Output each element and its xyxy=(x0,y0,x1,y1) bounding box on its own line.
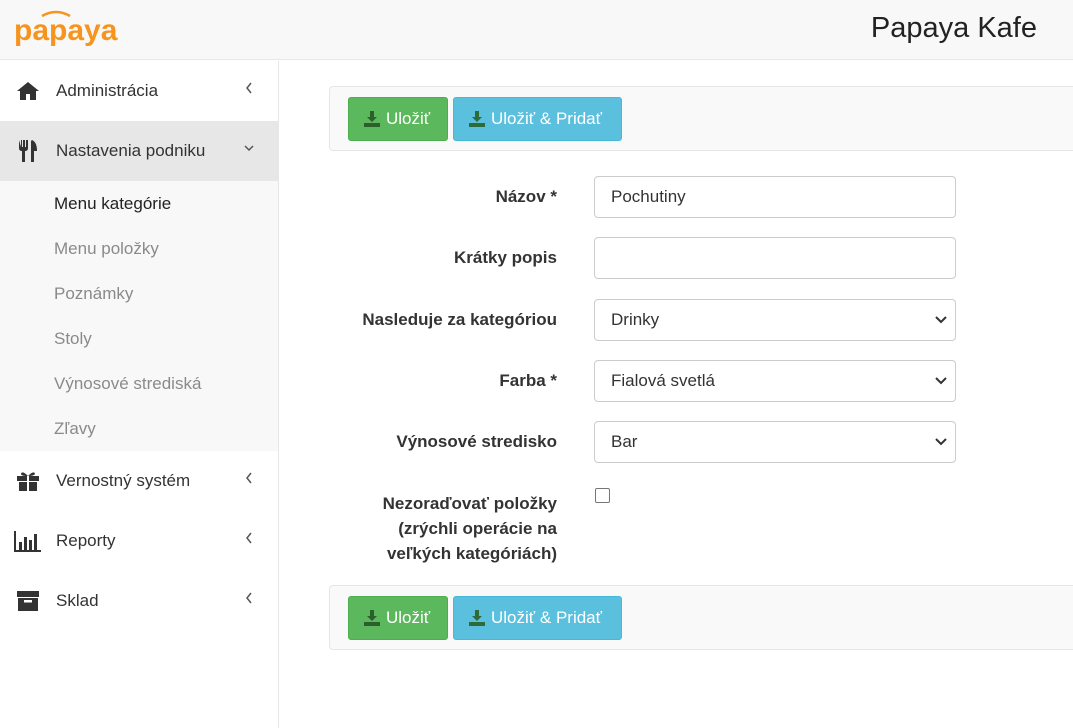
sidebar-item-label: Nastavenia podniku xyxy=(56,141,206,160)
name-input[interactable]: Pochutiny xyxy=(594,176,956,218)
sidebar-item-sklad[interactable]: Sklad xyxy=(0,571,278,631)
save-button[interactable]: Uložiť xyxy=(348,97,448,141)
chevron-down-icon xyxy=(935,438,947,446)
gift-icon xyxy=(14,467,42,495)
form-toolbar-top: Uložiť Uložiť & Pridať xyxy=(329,86,1073,151)
sidebar-item-administracia[interactable]: Administrácia xyxy=(0,61,278,121)
submenu-item-stoly[interactable]: Stoly xyxy=(0,316,278,361)
chevron-down-icon xyxy=(935,377,947,385)
form-toolbar-bottom: Uložiť Uložiť & Pridať xyxy=(329,585,1073,650)
download-icon xyxy=(364,610,380,626)
sidebar-item-vernostny-system[interactable]: Vernostný systém xyxy=(0,451,278,511)
sidebar: Administrácia Nastavenia podniku Menu ka… xyxy=(0,61,279,728)
sidebar-item-reporty[interactable]: Reporty xyxy=(0,511,278,571)
sidebar-item-label: Vernostný systém xyxy=(56,471,191,490)
name-label: Názov * xyxy=(495,187,557,206)
revenue-label: Výnosové stredisko xyxy=(396,432,557,451)
no-sort-checkbox[interactable] xyxy=(595,488,610,503)
short-desc-input[interactable] xyxy=(594,237,956,279)
color-label: Farba * xyxy=(499,371,557,390)
sidebar-item-nastavenia-podniku[interactable]: Nastavenia podniku xyxy=(0,121,278,181)
restaurant-title: Papaya Kafe xyxy=(870,12,1037,44)
chevron-left-icon xyxy=(246,532,252,544)
settings-submenu: Menu kategórie Menu položky Poznámky Sto… xyxy=(0,181,278,451)
main-content: Uložiť Uložiť & Pridať Názov * Pochutiny… xyxy=(279,61,1073,728)
svg-text:papaya: papaya xyxy=(14,14,118,47)
archive-icon xyxy=(14,587,42,615)
submenu-item-zlavy[interactable]: Zľavy xyxy=(0,406,278,451)
sidebar-item-label: Reporty xyxy=(56,531,116,550)
follows-select[interactable]: Drinky xyxy=(594,299,956,341)
submenu-item-poznamky[interactable]: Poznámky xyxy=(0,271,278,316)
save-and-add-button[interactable]: Uložiť & Pridať xyxy=(453,97,622,141)
utensils-icon xyxy=(14,137,42,165)
chevron-down-icon xyxy=(935,316,947,324)
download-icon xyxy=(469,111,485,127)
revenue-select[interactable]: Bar xyxy=(594,421,956,463)
home-icon xyxy=(14,77,42,105)
submenu-item-menu-kategorie[interactable]: Menu kategórie xyxy=(0,181,278,226)
chevron-left-icon xyxy=(246,592,252,604)
follows-label: Nasleduje za kategóriou xyxy=(362,310,557,329)
color-select[interactable]: Fialová svetlá xyxy=(594,360,956,402)
sidebar-item-label: Sklad xyxy=(56,591,99,610)
no-sort-label: Nezoraďovať položky (zrýchli operácie na… xyxy=(382,494,557,563)
save-and-add-button[interactable]: Uložiť & Pridať xyxy=(453,596,622,640)
submenu-item-menu-polozky[interactable]: Menu položky xyxy=(0,226,278,271)
papaya-logo[interactable]: papaya xyxy=(12,10,122,54)
bar-chart-icon xyxy=(14,527,42,555)
chevron-down-icon xyxy=(244,145,254,152)
save-button[interactable]: Uložiť xyxy=(348,596,448,640)
chevron-left-icon xyxy=(246,472,252,484)
short-desc-label: Krátky popis xyxy=(454,248,557,267)
download-icon xyxy=(364,111,380,127)
chevron-left-icon xyxy=(246,82,252,94)
download-icon xyxy=(469,610,485,626)
sidebar-item-label: Administrácia xyxy=(56,81,159,100)
submenu-item-vynosove-strediska[interactable]: Výnosové strediská xyxy=(0,361,278,406)
top-header: papaya Papaya Kafe xyxy=(0,0,1073,60)
